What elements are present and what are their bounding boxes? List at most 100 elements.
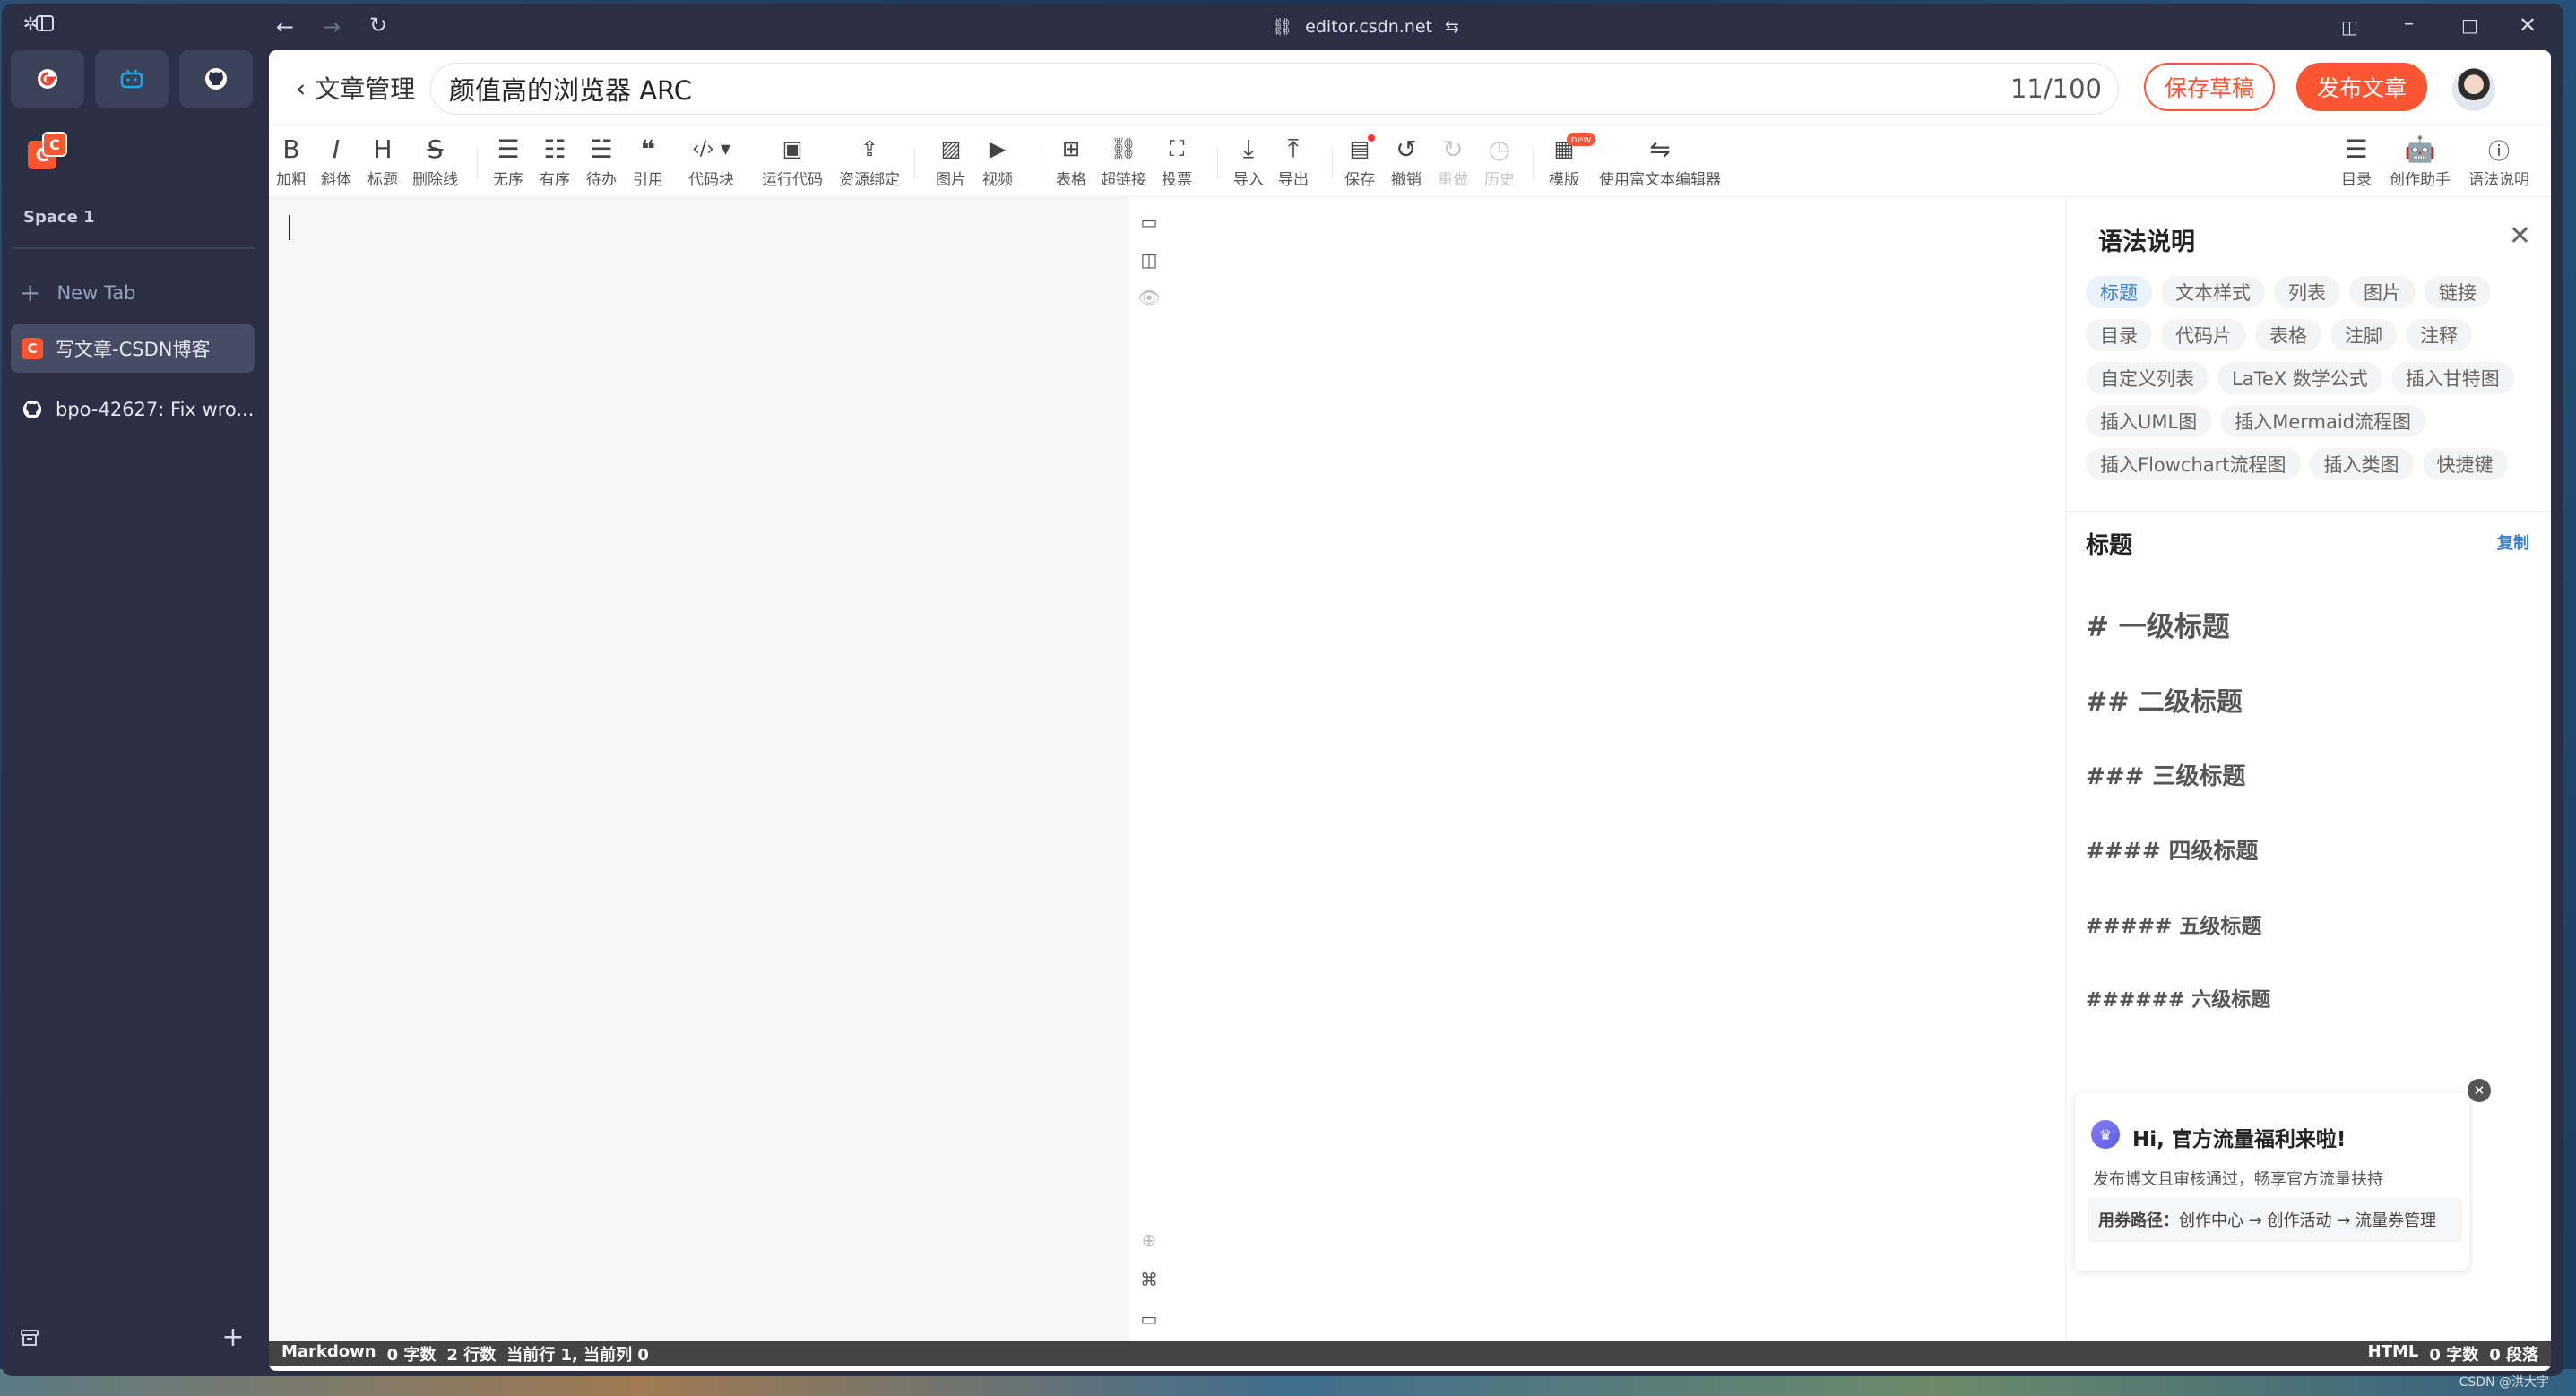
save-button[interactable]: ▤ 保存 [1344, 133, 1376, 189]
toolbar-divider [477, 147, 478, 179]
assistant-button[interactable]: 🤖 创作助手 [2390, 133, 2451, 190]
maximize-icon[interactable]: □ [2461, 14, 2478, 36]
chip-text-style[interactable]: 文本样式 [2161, 276, 2265, 308]
add-icon[interactable]: + [220, 1322, 246, 1353]
csdn-icon: C [22, 338, 43, 359]
forward-arrow-icon[interactable]: → [323, 14, 341, 39]
save-draft-button[interactable]: 保存草稿 [2144, 63, 2275, 111]
rich-text-editor-button[interactable]: ⇋ 使用富文本编辑器 [1599, 133, 1721, 190]
bold-icon: B [282, 134, 300, 164]
sidebar-tab-csdn[interactable]: C 写文章-CSDN博客 [11, 324, 255, 373]
favorite-bilibili[interactable] [95, 50, 169, 108]
chip-latex[interactable]: LaTeX 数学公式 [2217, 362, 2382, 394]
run-code-button[interactable]: ▣ 运行代码 [762, 133, 823, 189]
chip-toc[interactable]: 目录 [2086, 319, 2152, 351]
editor-only-icon[interactable]: ▭ [1138, 211, 1160, 233]
pinned-csdn[interactable]: C C [11, 120, 84, 183]
ordered-list-button[interactable]: ☷ 有序 [540, 133, 570, 190]
chip-mermaid[interactable]: 插入Mermaid流程图 [2220, 405, 2425, 437]
favorite-google[interactable] [11, 50, 84, 108]
video-button[interactable]: ▶ 视频 [982, 133, 1013, 189]
chip-flowchart[interactable]: 插入Flowchart流程图 [2086, 448, 2301, 480]
image-button[interactable]: ▨ 图片 [936, 133, 966, 189]
url-bar[interactable]: ⛓ editor.csdn.net ⇆ [1271, 16, 1459, 38]
fullscreen-icon[interactable]: ▭ [1138, 1308, 1160, 1330]
video-icon: ▶ [989, 136, 1007, 161]
reload-icon[interactable]: ↻ [369, 13, 387, 38]
chip-shortcuts[interactable]: 快捷键 [2422, 448, 2508, 480]
chip-footnote[interactable]: 注脚 [2330, 319, 2397, 351]
gift-icon: ♛ [2091, 1120, 2120, 1149]
archive-icon[interactable] [18, 1326, 41, 1349]
close-promo-icon[interactable]: ✕ [2468, 1079, 2491, 1102]
quote-button[interactable]: ❝ 引用 [633, 133, 663, 190]
copy-button[interactable]: 复制 [2497, 530, 2529, 554]
heading-example-5: ##### 五级标题 [2086, 915, 2262, 938]
editor-header: ‹ 文章管理 颜值高的浏览器 ARC 11/100 保存草稿 发布文章 [269, 50, 2551, 125]
toc-button[interactable]: ☰ 目录 [2341, 133, 2372, 190]
close-window-icon[interactable]: ✕ [2519, 13, 2537, 38]
export-button[interactable]: ⤒ 导出 [1278, 133, 1309, 189]
avatar[interactable] [2452, 68, 2495, 111]
syntax-help-button[interactable]: ⓘ 语法说明 [2468, 133, 2529, 190]
chip-heading[interactable]: 标题 [2086, 276, 2152, 308]
heading-button[interactable]: H 标题 [367, 133, 398, 190]
article-management-link[interactable]: ‹ 文章管理 [296, 70, 415, 106]
sidebar-toggle-icon[interactable] [34, 13, 56, 34]
chip-class-diagram[interactable]: 插入类图 [2309, 448, 2414, 480]
undo-button[interactable]: ↺ 撤销 [1391, 133, 1422, 190]
markdown-editor[interactable] [269, 197, 1129, 1341]
preview-eye-icon[interactable]: 👁 [1137, 287, 1160, 308]
promo-card[interactable]: ✕ ♛ Hi, 官方流量福利来啦! 发布博文且审核通过，畅享官方流量扶持 用券路… [2075, 1079, 2491, 1271]
table-button[interactable]: ⊞ 表格 [1056, 133, 1086, 189]
chip-list[interactable]: 列表 [2274, 276, 2340, 308]
strike-button[interactable]: S 删除线 [412, 133, 458, 190]
unordered-list-button[interactable]: ☰ 无序 [493, 133, 523, 190]
link-button[interactable]: ⛓ 超链接 [1101, 133, 1146, 189]
history-button[interactable]: ◷ 历史 [1484, 133, 1515, 190]
focus-icon[interactable]: ⌘ [1138, 1269, 1160, 1290]
resource-bind-button[interactable]: ⇪ 资源绑定 [839, 133, 900, 189]
publish-button[interactable]: 发布文章 [2296, 63, 2427, 111]
close-icon[interactable]: ✕ [2509, 220, 2531, 252]
chip-image[interactable]: 图片 [2349, 276, 2416, 308]
chip-comment[interactable]: 注释 [2406, 319, 2472, 351]
new-tab-button[interactable]: + New Tab [20, 278, 136, 307]
chip-gantt[interactable]: 插入甘特图 [2390, 362, 2514, 394]
list-icon: ☰ [497, 134, 520, 164]
todo-button[interactable]: ☱ 待办 [586, 133, 617, 190]
bold-button[interactable]: B 加粗 [276, 133, 307, 190]
ordered-list-icon: ☷ [543, 134, 566, 164]
chip-uml[interactable]: 插入UML图 [2086, 405, 2212, 437]
section-title: 标题 [2086, 532, 2133, 559]
vote-button[interactable]: ⛶ 投票 [1162, 133, 1192, 189]
redo-button[interactable]: ↻ 重做 [1438, 133, 1468, 190]
chip-custom-list[interactable]: 自定义列表 [2086, 362, 2209, 394]
back-arrow-icon[interactable]: ← [276, 14, 294, 39]
import-button[interactable]: ⤓ 导入 [1233, 133, 1264, 189]
status-lines: 2 行数 [446, 1346, 497, 1365]
chip-table[interactable]: 表格 [2255, 319, 2321, 351]
site-controls-icon[interactable]: ⇆ [1445, 17, 1459, 37]
editor-toolbar: B 加粗 I 斜体 H 标题 S 删除线 ☰ 无序 ☷ 有序 ☱ 待办 ❝ 引用 ‹/› ▾ 代码… [269, 127, 2551, 197]
minimize-icon[interactable]: – [2404, 13, 2414, 35]
sync-scroll-icon[interactable]: ⊕ [1138, 1229, 1160, 1251]
tool-label: 超链接 [1101, 171, 1146, 189]
template-button[interactable]: ▦ new 模版 [1549, 133, 1596, 189]
title-input[interactable]: 颜值高的浏览器 ARC 11/100 [430, 63, 2119, 115]
italic-button[interactable]: I 斜体 [321, 133, 351, 190]
status-mode: Markdown [281, 1342, 376, 1361]
code-block-button[interactable]: ‹/› ▾ 代码块 [688, 133, 734, 190]
new-badge: new [1566, 133, 1596, 146]
split-view-icon[interactable]: ◫ [2341, 16, 2358, 38]
chip-code[interactable]: 代码片 [2161, 319, 2246, 351]
tab-label: 写文章-CSDN博客 [56, 339, 211, 360]
url-text: editor.csdn.net [1305, 16, 1433, 37]
heading-example-1: # 一级标题 [2086, 611, 2230, 643]
syntax-categories: 标题 文本样式 列表 图片 链接 目录 代码片 表格 注脚 注释 自定义列表 L… [2086, 276, 2534, 480]
favorite-github[interactable] [179, 50, 253, 108]
chip-link[interactable]: 链接 [2425, 276, 2491, 308]
tool-label: 删除线 [412, 171, 458, 189]
split-view-icon[interactable]: ◫ [1138, 249, 1160, 271]
sidebar-tab-github[interactable]: bpo-42627: Fix wro... [11, 385, 255, 434]
